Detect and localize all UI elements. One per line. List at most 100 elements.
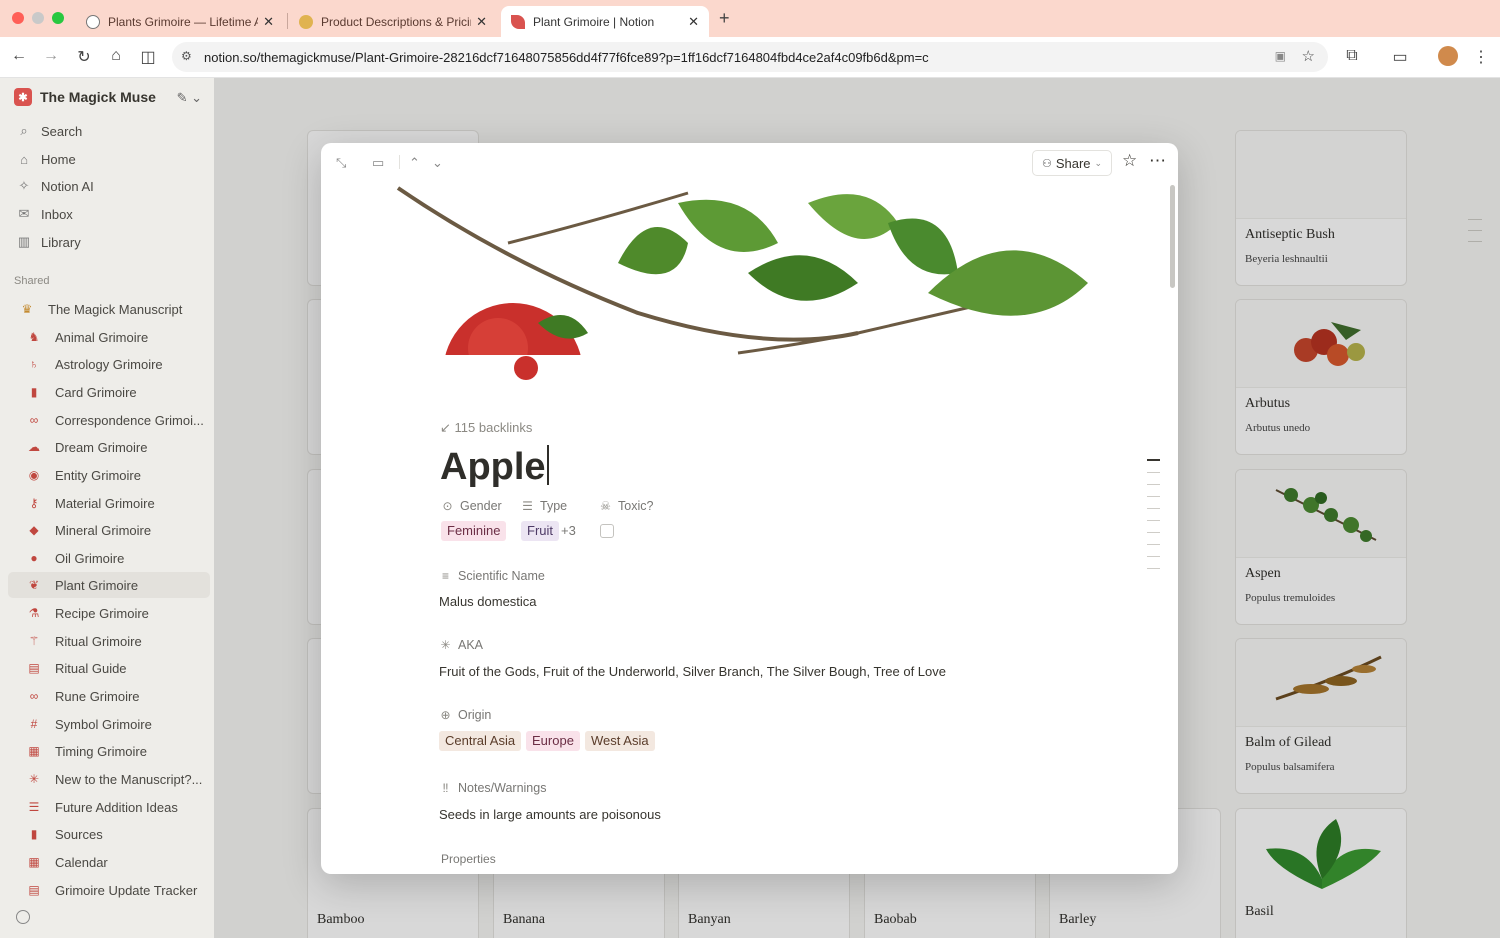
expand-icon[interactable]: ⤡ [336, 155, 346, 171]
sidebar-item-new-to-manuscript[interactable]: ✳ New to the Manuscript?... [21, 766, 210, 792]
list-icon: ☰ [522, 499, 533, 513]
crown-icon: ♛ [21, 302, 33, 316]
shared-section-label: Shared [14, 275, 50, 287]
address-bar[interactable]: ⚙ notion.so/themagickmuse/Plant-Grimoire… [172, 42, 1328, 72]
nav-library[interactable]: ▥ Library [14, 231, 81, 253]
toxic-checkbox[interactable] [600, 524, 614, 538]
nav-notion-ai[interactable]: ✧ Notion AI [14, 175, 94, 197]
close-tab-icon[interactable]: ✕ [688, 14, 699, 30]
sidebar-item-grimoire-update-tracker[interactable]: ▤ Grimoire Update Tracker [21, 877, 210, 903]
cast-icon[interactable]: ▭ [1390, 47, 1410, 67]
url-text[interactable]: notion.so/themagickmuse/Plant-Grimoire-2… [204, 50, 929, 65]
properties-heading[interactable]: Properties [441, 852, 496, 866]
favorite-star-icon[interactable]: ☆ [1122, 151, 1137, 171]
sidebar-item-recipe-grimoire[interactable]: ⚗ Recipe Grimoire [21, 600, 210, 626]
sidebar: ✱ The Magick Muse ✎ ⌄ ⌕ Search ⌂ Home ✧ Not… [0, 78, 214, 938]
reload-icon[interactable]: ↻ [74, 47, 94, 67]
translate-icon[interactable]: ▣ [1275, 49, 1286, 63]
scientific-name-label[interactable]: ≡ Scientific Name [439, 569, 545, 583]
workspace-switcher[interactable]: ✱ The Magick Muse [14, 88, 156, 106]
globe-icon [86, 14, 100, 29]
share-button[interactable]: ⚇ Share ⌄ [1032, 150, 1112, 176]
sidebar-item-calendar[interactable]: ▦ Calendar [21, 849, 210, 875]
home-icon[interactable]: ⌂ [106, 47, 126, 65]
notes-warnings-label[interactable]: ‼ Notes/Warnings [439, 781, 547, 795]
table-of-contents[interactable] [1147, 459, 1160, 580]
sidebar-item-card-grimoire[interactable]: ▮ Card Grimoire [21, 379, 210, 405]
leaf-icon [511, 14, 525, 29]
bookmark-star-icon[interactable]: ☆ [1302, 47, 1315, 65]
origin-label[interactable]: ⊕ Origin [439, 708, 491, 722]
sidebar-item-ritual-grimoire[interactable]: ⚚ Ritual Grimoire [21, 628, 210, 654]
chevron-up-icon[interactable]: ⌃ [409, 155, 420, 171]
type-more-count[interactable]: +3 [561, 523, 576, 538]
notes-warnings-value[interactable]: Seeds in large amounts are poisonous [439, 807, 661, 822]
nav-home[interactable]: ⌂ Home [14, 148, 76, 170]
origin-tag-central-asia[interactable]: Central Asia [439, 731, 522, 751]
sidebar-item-rune-grimoire[interactable]: ∞ Rune Grimoire [21, 683, 210, 709]
forward-arrow-icon[interactable]: → [41, 47, 61, 65]
more-menu-icon[interactable]: ⋮ [1471, 47, 1491, 67]
scientific-name-value[interactable]: Malus domestica [439, 594, 537, 609]
key-icon: ⚷ [29, 496, 39, 510]
new-tab-button[interactable]: + [719, 8, 730, 29]
search-icon: ⌕ [20, 123, 28, 138]
nav-inbox[interactable]: ✉ Inbox [14, 203, 73, 225]
peek-mode-icon[interactable]: ▭ [372, 155, 384, 171]
animal-icon: ♞ [28, 330, 40, 344]
page-peek-modal: ⤡ ▭ ⌃ ⌄ ⚇ Share ⌄ ☆ ⋯ ↙ 115 backlinks Ap… [321, 143, 1178, 874]
sidebar-item-oil-grimoire[interactable]: ● Oil Grimoire [21, 545, 210, 571]
globe-icon: ⊕ [440, 708, 451, 722]
sidebar-item-mineral-grimoire[interactable]: ◆ Mineral Grimoire [21, 517, 210, 543]
sidebar-item-astrology-grimoire[interactable]: ♄ Astrology Grimoire [21, 351, 210, 377]
sidebar-item-ritual-guide[interactable]: ▤ Ritual Guide [21, 655, 210, 681]
minimize-window-button[interactable] [32, 12, 44, 24]
origin-tag-europe[interactable]: Europe [526, 731, 580, 751]
gender-property-label[interactable]: ⊙ Gender [441, 499, 501, 513]
back-arrow-icon[interactable]: ← [9, 47, 29, 65]
chevron-down-icon[interactable]: ⌄ [432, 155, 443, 171]
close-window-button[interactable] [12, 12, 24, 24]
sidebar-item-timing-grimoire[interactable]: ▦ Timing Grimoire [21, 738, 210, 764]
sidebar-item-entity-grimoire[interactable]: ◉ Entity Grimoire [21, 462, 210, 488]
extensions-icon[interactable]: ⧉ [1342, 47, 1362, 65]
new-page-icon[interactable]: ✎ ⌄ [177, 90, 202, 106]
sidebar-item-dream-grimoire[interactable]: ☁ Dream Grimoire [21, 434, 210, 460]
gender-tag[interactable]: Feminine [441, 521, 507, 541]
sidebar-item-material-grimoire[interactable]: ⚷ Material Grimoire [21, 490, 210, 516]
sidebar-item-magick-manuscript[interactable]: ♛ The Magick Manuscript [14, 296, 210, 322]
toxic-property-label[interactable]: ☠ Toxic? [599, 499, 653, 513]
backlinks-link[interactable]: ↙ 115 backlinks [440, 420, 532, 436]
sidebar-item-plant-grimoire[interactable]: ❦ Plant Grimoire [8, 572, 210, 598]
skull-icon: ☠ [600, 499, 611, 513]
more-options-icon[interactable]: ⋯ [1149, 151, 1166, 171]
aka-value[interactable]: Fruit of the Gods, Fruit of the Underwor… [439, 664, 946, 679]
sidebar-item-symbol-grimoire[interactable]: # Symbol Grimoire [21, 711, 210, 737]
nav-search[interactable]: ⌕ Search [14, 120, 82, 142]
origin-tag-west-asia[interactable]: West Asia [585, 731, 655, 751]
site-settings-icon[interactable]: ⚙ [181, 49, 192, 63]
split-view-icon[interactable]: ◫ [138, 47, 158, 67]
eye-icon: ◉ [28, 468, 40, 482]
drop-icon: ● [30, 551, 38, 565]
sidebar-item-animal-grimoire[interactable]: ♞ Animal Grimoire [21, 324, 210, 350]
workspace-logo-icon: ✱ [14, 88, 32, 106]
sidebar-item-correspondence-grimoire[interactable]: ∞ Correspondence Grimoi... [21, 407, 210, 433]
close-tab-icon[interactable]: ✕ [476, 14, 487, 30]
profile-avatar[interactable] [1438, 46, 1458, 66]
type-property-label[interactable]: ☰ Type [521, 499, 567, 513]
browser-tab-plant-grimoire[interactable]: Plant Grimoire | Notion ✕ [501, 6, 709, 37]
browser-tab-bar: Plants Grimoire — Lifetime Ac ✕ Product … [0, 0, 1500, 37]
gem-icon: ◆ [29, 523, 39, 537]
sidebar-item-future-addition-ideas[interactable]: ☰ Future Addition Ideas [21, 794, 210, 820]
browser-tab-product-descriptions[interactable]: Product Descriptions & Pricin ✕ [289, 6, 497, 37]
help-icon[interactable] [16, 910, 30, 924]
sidebar-item-sources[interactable]: ▮ Sources [21, 821, 210, 847]
close-tab-icon[interactable]: ✕ [263, 14, 274, 30]
browser-tab-plants-grimoire[interactable]: Plants Grimoire — Lifetime Ac ✕ [76, 6, 284, 37]
aka-label[interactable]: ✳ AKA [439, 638, 483, 652]
scrollbar[interactable] [1170, 185, 1175, 288]
page-title[interactable]: Apple [440, 445, 549, 489]
type-tag[interactable]: Fruit [521, 521, 559, 541]
maximize-window-button[interactable] [52, 12, 64, 24]
